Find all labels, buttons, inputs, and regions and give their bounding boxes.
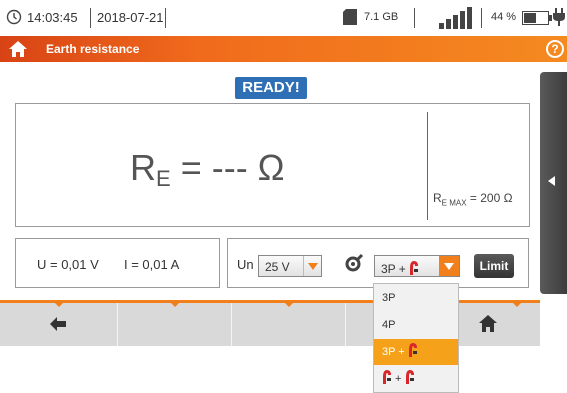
method-dropdown: 3P 4P 3P + + [373, 283, 459, 393]
signal-icon [439, 7, 472, 29]
method-option-3p-clamp[interactable]: 3P + [374, 339, 458, 365]
meter-screen: 14:03:45 2018-07-21 7.1 GB 44 % Earth re… [0, 0, 567, 393]
un-label: Un [237, 257, 254, 272]
home-icon [479, 315, 497, 332]
remax-reading: = 200 Ω [466, 191, 513, 205]
status-divider [414, 8, 415, 28]
nav-notch [512, 302, 522, 307]
option-label: + [392, 373, 405, 385]
option-label: 4P [382, 319, 396, 331]
settings-panel: Un 25 V 3P + Limit [227, 238, 529, 288]
voltage-select-button[interactable] [303, 256, 321, 276]
remax-value: RE MAX = 200 Ω [433, 191, 513, 207]
side-panel-toggle[interactable] [540, 72, 567, 294]
back-arrow-icon [50, 317, 66, 331]
status-divider [165, 8, 166, 28]
method-select-value: 3P + [381, 260, 419, 276]
option-label: 3P + [382, 346, 408, 358]
chevron-left-icon [548, 176, 555, 186]
voltage-select-value: 25 V [265, 260, 290, 274]
status-badge: READY! [235, 77, 307, 99]
help-icon[interactable]: ? [546, 40, 564, 58]
clock-icon [6, 9, 22, 25]
voltage-reading: U = 0,01 V [37, 257, 99, 272]
result-divider [427, 112, 428, 220]
method-select-text: 3P + [381, 262, 410, 276]
remax-symbol: R [433, 191, 442, 205]
option-label: 3P [382, 292, 396, 304]
nav-notch [54, 302, 64, 307]
result-value: RE = --- Ω [130, 147, 285, 192]
plug-icon [553, 8, 565, 26]
result-subscript: E [156, 166, 171, 191]
nav-notch [284, 302, 294, 307]
battery-icon [522, 11, 552, 25]
current-reading: I = 0,01 A [124, 257, 180, 272]
method-option-3p[interactable]: 3P [374, 285, 458, 311]
title-bar: Earth resistance ? [0, 36, 567, 62]
clamp-icon [383, 370, 391, 384]
limit-button[interactable]: Limit [474, 254, 514, 278]
result-panel: RE = --- Ω RE MAX = 200 Ω [15, 103, 530, 227]
method-option-4p[interactable]: 4P [374, 312, 458, 338]
clamp-icon [410, 261, 419, 275]
home-icon[interactable] [8, 40, 28, 58]
method-option-2-clamps[interactable]: + [374, 366, 458, 392]
remax-subscript: E MAX [441, 198, 467, 208]
status-divider [90, 8, 91, 28]
method-select-button[interactable] [439, 256, 459, 276]
storage-free: 7.1 GB [364, 11, 399, 23]
result-reading: = --- Ω [170, 147, 285, 188]
status-divider [481, 8, 482, 28]
chevron-down-icon [308, 263, 318, 270]
nav-notch [170, 302, 180, 307]
nav-button-2[interactable] [118, 302, 232, 346]
method-select[interactable]: 3P + [374, 255, 460, 277]
clamp-icon [408, 343, 417, 357]
bottom-nav [0, 300, 540, 346]
readings-panel: U = 0,01 V I = 0,01 A [15, 238, 220, 288]
voltage-select[interactable]: 25 V [258, 255, 322, 277]
back-button[interactable] [0, 302, 118, 346]
result-symbol: R [130, 147, 156, 188]
wrench-icon [345, 253, 364, 272]
nav-button-3[interactable] [232, 302, 346, 346]
chevron-down-icon [444, 263, 454, 270]
clamp-icon [405, 370, 414, 384]
status-bar: 14:03:45 2018-07-21 7.1 GB 44 % [0, 0, 567, 36]
status-time: 14:03:45 [27, 10, 78, 25]
battery-percent: 44 % [491, 11, 517, 23]
status-date: 2018-07-21 [97, 10, 164, 25]
sd-card-icon [343, 9, 357, 25]
screen-title: Earth resistance [46, 42, 140, 56]
